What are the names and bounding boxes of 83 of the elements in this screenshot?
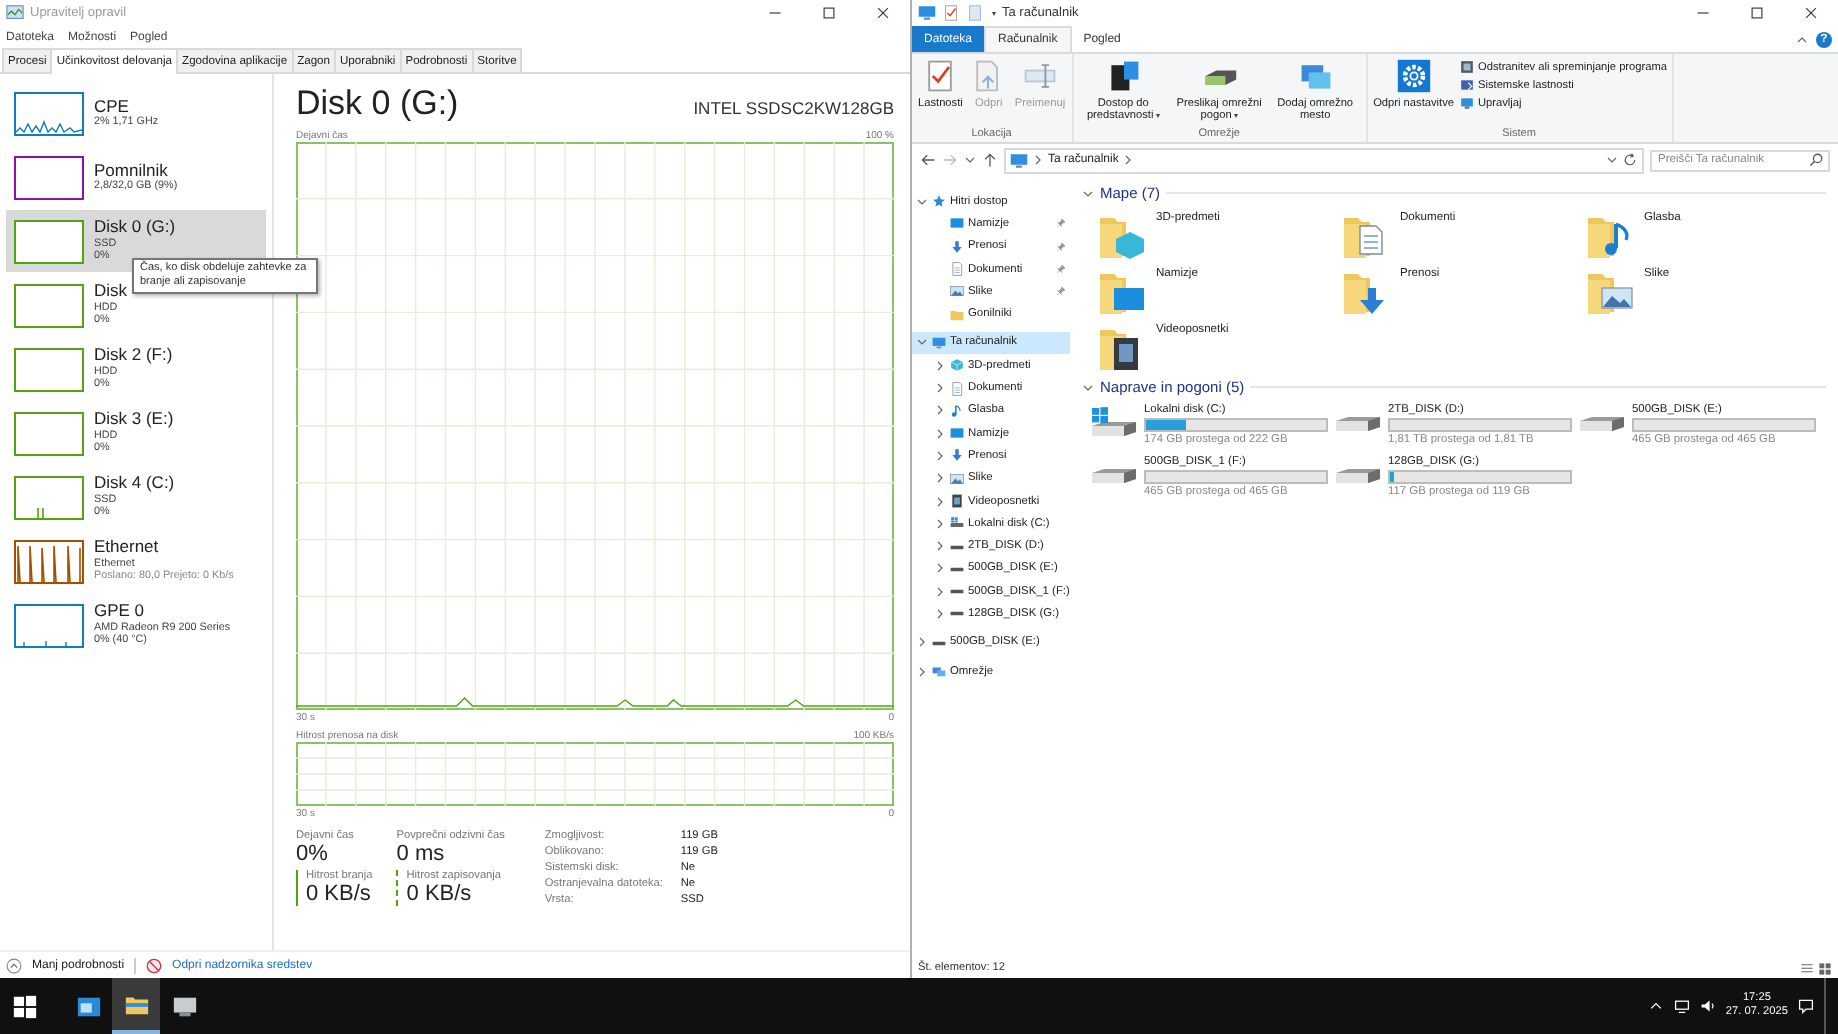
chevron-right-icon (916, 636, 928, 649)
drive-icon (1090, 468, 1138, 484)
computer-icon (1010, 151, 1028, 169)
stat-value: 0 ms (396, 842, 447, 866)
pin-icon[interactable] (1056, 241, 1066, 252)
pin-icon[interactable] (1056, 218, 1066, 229)
folder-icon (1098, 268, 1146, 316)
search-icon (1808, 152, 1824, 168)
model-name: INTEL SSDSC2KW128GB (693, 98, 894, 118)
desktop-icon (950, 216, 964, 231)
folder-icon (1342, 268, 1390, 316)
chevron-down-icon (916, 195, 928, 208)
chevron-down-icon (916, 336, 928, 349)
drive-icon (950, 516, 964, 531)
folder-icon (1098, 212, 1146, 260)
computer-icon (1460, 96, 1474, 110)
computer-icon (932, 335, 946, 350)
network-icon (932, 664, 946, 679)
windows-logo-icon (11, 993, 37, 1019)
checklist-icon[interactable] (942, 4, 960, 22)
chevron-right-icon (916, 665, 928, 678)
chevron-down-icon (1082, 187, 1094, 199)
usage-thumbnail (14, 155, 84, 199)
usage-thumbnail (14, 283, 84, 327)
drive-icon (1578, 416, 1626, 432)
network-icon[interactable] (1673, 998, 1690, 1014)
pin-icon[interactable] (1056, 264, 1066, 275)
stat-value: 0 KB/s (406, 882, 474, 906)
media-device-icon (1105, 58, 1142, 94)
download-icon (950, 239, 964, 254)
dropdown-chevron-icon[interactable] (1606, 154, 1618, 166)
up-arrow-icon[interactable] (982, 152, 998, 168)
usage-thumbnail (14, 539, 84, 583)
monitor-icon (1460, 78, 1474, 92)
large-icons-view-icon[interactable] (1818, 961, 1832, 975)
download-icon (950, 448, 964, 463)
gear-icon (1395, 58, 1432, 94)
usage-thumbnail (14, 603, 84, 647)
drive-icon (1090, 406, 1138, 442)
collapse-ribbon-icon[interactable] (1796, 33, 1808, 45)
taskbar-app[interactable] (112, 978, 160, 1034)
dropdown-caret-icon[interactable] (992, 11, 996, 15)
program-icon (1460, 60, 1474, 74)
back-arrow-icon[interactable] (920, 152, 936, 168)
desktop-icon (950, 426, 964, 441)
resource-monitor-icon[interactable] (146, 957, 163, 973)
folder-icon (1586, 212, 1634, 260)
chevron-right-icon (1032, 154, 1044, 166)
recent-locations-icon[interactable] (964, 154, 976, 166)
picture-icon (950, 471, 964, 486)
usage-thumbnail (14, 475, 84, 519)
refresh-icon[interactable] (1622, 152, 1638, 168)
window-icon (75, 993, 101, 1019)
rename-icon (1021, 58, 1058, 94)
app-icon (6, 4, 24, 22)
notification-icon[interactable] (1798, 998, 1814, 1014)
pin-icon[interactable] (1056, 286, 1066, 297)
panel-title: Disk 0 (G:) (296, 84, 459, 124)
usage-thumbnail (14, 91, 84, 135)
cube-icon (950, 358, 964, 373)
usage-thumbnail (14, 411, 84, 455)
folder-icon (1586, 268, 1634, 316)
collapse-icon[interactable] (6, 957, 22, 973)
film-icon (950, 494, 964, 508)
speaker-icon[interactable] (1699, 998, 1716, 1014)
star-icon (932, 194, 946, 209)
drive-icon (1334, 416, 1382, 432)
picture-icon (950, 284, 964, 299)
stat-value: 0% (296, 842, 330, 866)
chevron-down-icon (1082, 381, 1094, 393)
drive-icon (1334, 468, 1382, 484)
usage-thumbnail (14, 219, 84, 263)
monitor-icon (171, 993, 197, 1019)
stat-value: 0 KB/s (306, 882, 373, 906)
document-icon (950, 381, 964, 396)
computer-icon (918, 4, 936, 22)
details-view-icon[interactable] (1800, 961, 1814, 975)
chevron-right-icon (1122, 154, 1135, 166)
chevron-up-icon[interactable] (1647, 998, 1664, 1014)
usage-thumbnail (14, 347, 84, 391)
folder-icon (950, 307, 964, 322)
music-note-icon (950, 403, 964, 418)
document-icon (950, 262, 964, 277)
